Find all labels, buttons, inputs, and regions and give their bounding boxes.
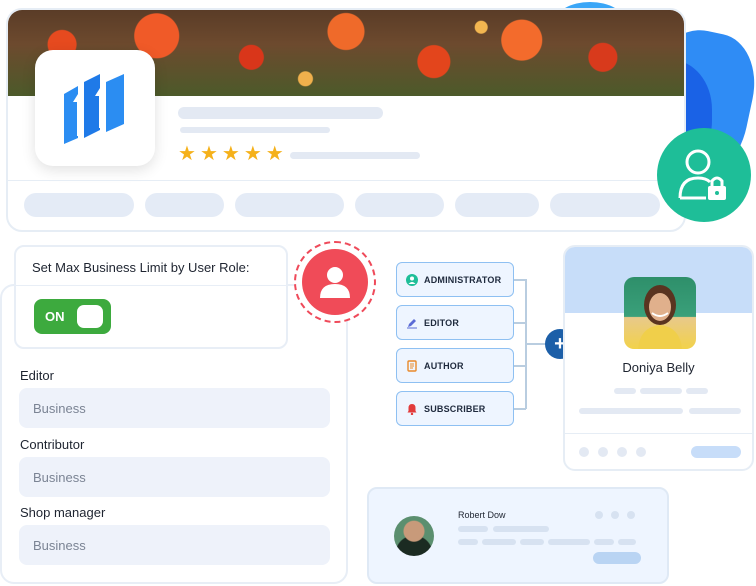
star-icon: ★ — [243, 143, 262, 165]
star-icon: ★ — [221, 143, 240, 165]
divider — [8, 180, 684, 181]
business-card: ★ ★ ★ ★ ★ — [6, 8, 686, 232]
contributor-limit-input[interactable] — [19, 457, 330, 497]
title-placeholder — [178, 107, 383, 119]
role-author[interactable]: AUTHOR — [396, 348, 514, 383]
divider — [565, 433, 752, 434]
shop-manager-label: Shop manager — [20, 505, 106, 520]
limit-toggle[interactable]: ON — [34, 299, 111, 334]
text-placeholder — [458, 526, 488, 532]
role-label: ADMINISTRATOR — [424, 274, 502, 285]
tab-placeholder[interactable] — [455, 193, 539, 217]
business-logo — [35, 50, 155, 166]
dot-placeholder — [595, 511, 603, 519]
user-name: Robert Dow — [458, 510, 506, 520]
text-placeholder — [520, 539, 544, 545]
tab-placeholder[interactable] — [355, 193, 444, 217]
text-placeholder — [618, 539, 636, 545]
business-tabs — [24, 193, 660, 217]
dot-placeholder — [617, 447, 627, 457]
text-placeholder — [493, 526, 549, 532]
text-placeholder — [458, 539, 478, 545]
editor-label: Editor — [20, 368, 54, 383]
person-photo — [638, 285, 682, 349]
avatar — [394, 516, 434, 556]
profile-name: Doniya Belly — [622, 360, 695, 375]
divider — [16, 285, 286, 286]
tab-placeholder[interactable] — [145, 193, 224, 217]
user-action-button[interactable] — [593, 552, 641, 564]
user-icon — [320, 267, 350, 298]
user-row-card: Robert Dow — [367, 487, 669, 584]
text-placeholder — [594, 539, 614, 545]
role-label: EDITOR — [424, 317, 460, 328]
setting-title: Set Max Business Limit by User Role: — [32, 260, 250, 275]
text-placeholder — [689, 408, 741, 414]
text-placeholder — [686, 388, 708, 394]
app-canvas: ★ ★ ★ ★ ★ Set Max Business Limit by User… — [0, 0, 756, 586]
star-icon: ★ — [178, 143, 196, 165]
bar-chart-arrows-icon — [64, 74, 124, 144]
text-placeholder — [548, 539, 590, 545]
dot-placeholder — [611, 511, 619, 519]
rating-stars: ★ ★ ★ ★ ★ — [178, 144, 284, 164]
role-administrator[interactable]: ADMINISTRATOR — [396, 262, 514, 297]
user-lock-badge — [657, 128, 751, 222]
user-badge — [302, 249, 368, 315]
subtitle-placeholder — [180, 127, 330, 133]
tab-placeholder[interactable] — [24, 193, 134, 217]
role-subscriber[interactable]: SUBSCRIBER — [396, 391, 514, 426]
profile-card: Doniya Belly — [563, 245, 754, 471]
document-icon — [407, 359, 417, 372]
star-icon: ★ — [199, 143, 218, 165]
user-circle-icon — [406, 273, 418, 286]
connector-line — [525, 343, 547, 345]
editor-limit-input[interactable] — [19, 388, 330, 428]
rating-text-placeholder — [290, 152, 420, 159]
dot-placeholder — [579, 447, 589, 457]
star-icon: ★ — [265, 143, 284, 165]
text-placeholder — [640, 388, 682, 394]
user-lock-icon — [678, 149, 726, 200]
limit-setting-box: Set Max Business Limit by User Role: ON — [14, 245, 288, 349]
dot-placeholder — [598, 447, 608, 457]
dot-placeholder — [636, 447, 646, 457]
shop-manager-limit-input[interactable] — [19, 525, 330, 565]
contributor-label: Contributor — [20, 437, 85, 452]
text-placeholder — [482, 539, 516, 545]
dot-placeholder — [627, 511, 635, 519]
toggle-knob[interactable] — [77, 305, 103, 328]
toggle-label: ON — [45, 309, 65, 324]
tab-placeholder[interactable] — [550, 193, 660, 217]
profile-photo — [624, 277, 696, 349]
profile-action-button[interactable] — [691, 446, 741, 458]
role-label: AUTHOR — [424, 360, 464, 371]
text-placeholder — [614, 388, 636, 394]
text-placeholder — [579, 408, 683, 414]
role-editor[interactable]: EDITOR — [396, 305, 514, 340]
bell-icon — [407, 403, 417, 415]
tab-placeholder[interactable] — [235, 193, 344, 217]
pencil-icon — [407, 318, 417, 328]
role-label: SUBSCRIBER — [424, 403, 486, 414]
